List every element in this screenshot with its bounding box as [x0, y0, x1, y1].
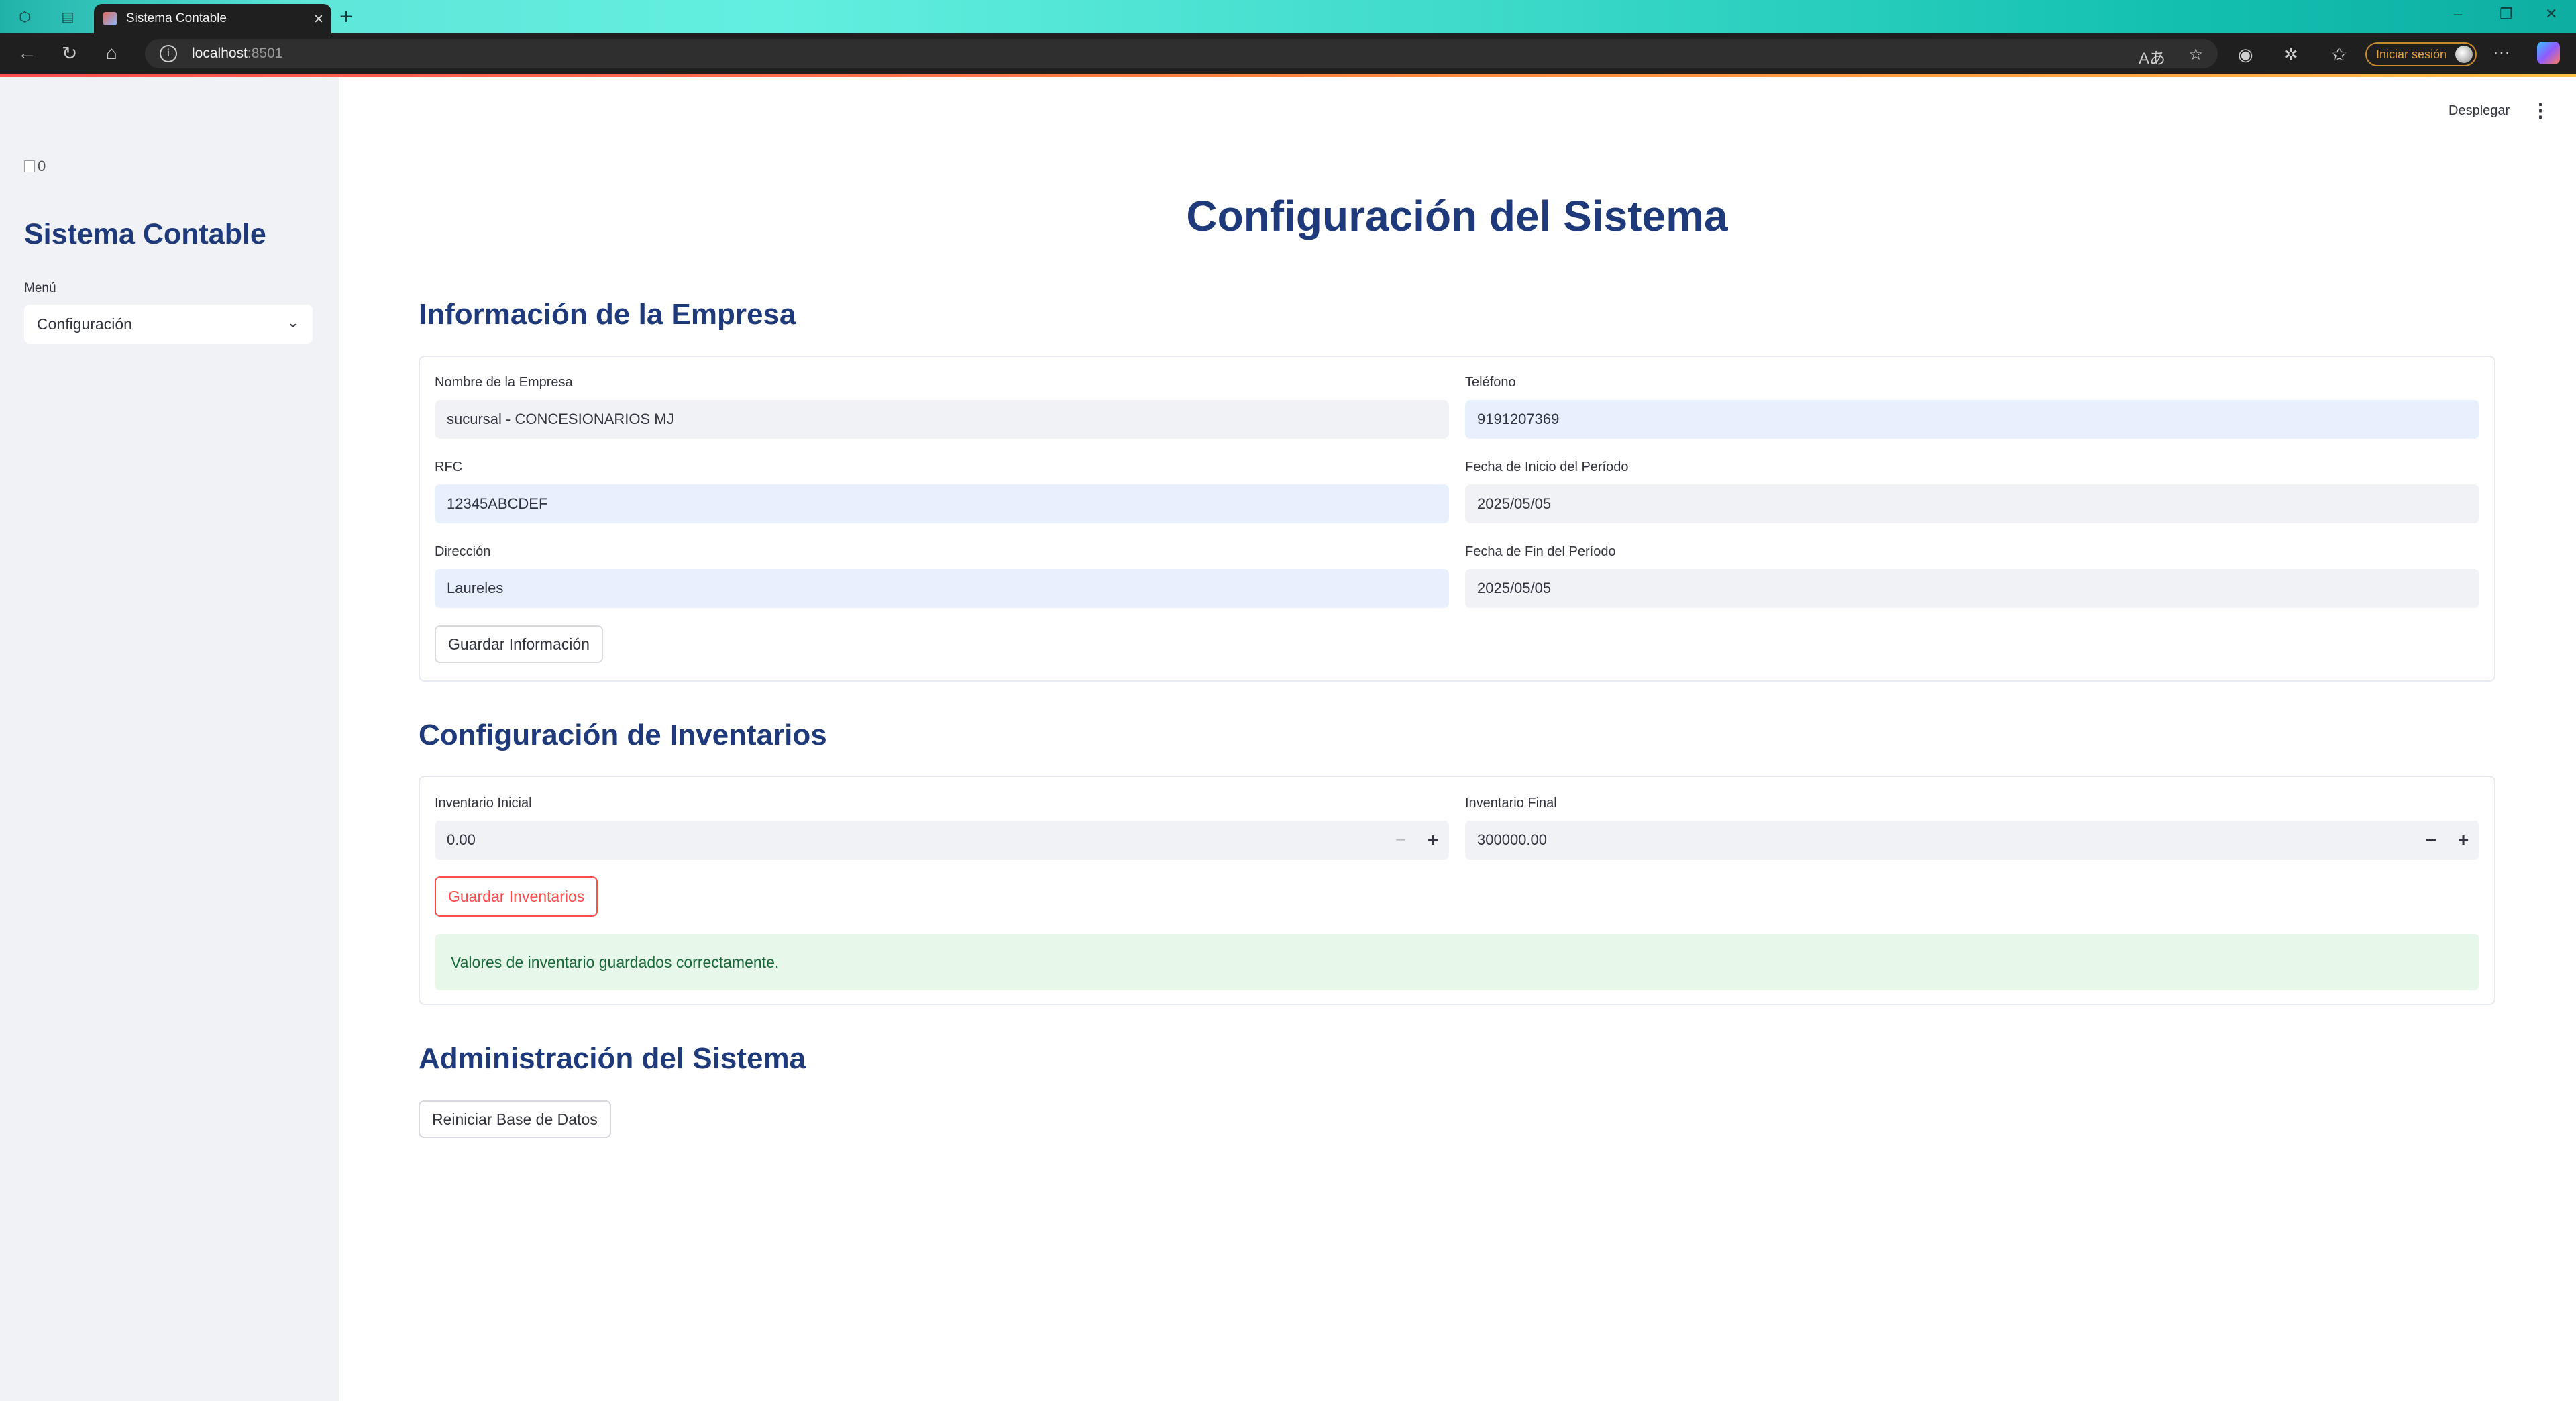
decrement-icon[interactable]: −	[1387, 821, 1414, 860]
close-window-icon[interactable]: ✕	[2545, 5, 2557, 23]
tab-actions-icon[interactable]: ▤	[59, 8, 76, 25]
deploy-button[interactable]: Desplegar	[2449, 103, 2510, 119]
increment-icon[interactable]: +	[2450, 821, 2477, 860]
inventarios-form: Inventario Inicial 0.00 − + Inventario F…	[419, 776, 2496, 1005]
close-tab-icon[interactable]: ×	[314, 10, 323, 29]
fecha-inicio-input[interactable]: 2025/05/05	[1465, 484, 2479, 523]
direccion-label: Dirección	[435, 544, 491, 559]
fecha-fin-input[interactable]: 2025/05/05	[1465, 569, 2479, 608]
url-host: localhost	[192, 46, 248, 61]
copilot-icon[interactable]	[2537, 42, 2560, 64]
signin-button[interactable]: Iniciar sesión	[2365, 42, 2477, 66]
new-tab-icon[interactable]: +	[339, 4, 353, 30]
more-menu-icon[interactable]: ···	[2493, 42, 2510, 62]
fecha-fin-label: Fecha de Fin del Período	[1465, 544, 1616, 559]
menu-select[interactable]: Configuración ⌄	[24, 305, 313, 344]
inventarios-heading: Configuración de Inventarios	[419, 719, 827, 751]
telefono-input[interactable]: 9191207369	[1465, 400, 2479, 439]
read-aloud-icon[interactable]: Aあ	[2139, 45, 2165, 68]
inventario-inicial-label: Inventario Inicial	[435, 796, 532, 811]
address-bar-row: ← ↻ ⌂ i localhost :8501 Aあ ☆	[0, 33, 2576, 74]
guardar-inventarios-button[interactable]: Guardar Inventarios	[435, 876, 598, 917]
chevron-down-icon: ⌄	[286, 314, 299, 331]
workspaces-icon[interactable]: ⬡	[16, 8, 34, 25]
extensions-puzzle-icon[interactable]: ✲	[2284, 44, 2298, 65]
url-port: :8501	[247, 46, 283, 61]
inventario-inicial-value: 0.00	[447, 831, 476, 848]
app-top-decoration	[0, 74, 2576, 77]
reiniciar-base-button[interactable]: Reiniciar Base de Datos	[419, 1100, 611, 1138]
nombre-label: Nombre de la Empresa	[435, 375, 573, 390]
broken-image-icon	[24, 160, 35, 172]
rfc-input[interactable]: 12345ABCDEF	[435, 484, 1449, 523]
increment-icon[interactable]: +	[1419, 821, 1446, 860]
sidebar-title: Sistema Contable	[24, 218, 266, 250]
nombre-input[interactable]: sucursal - CONCESIONARIOS MJ	[435, 400, 1449, 439]
minimize-icon[interactable]: –	[2454, 5, 2462, 23]
direccion-input[interactable]: Laureles	[435, 569, 1449, 608]
menu-label: Menú	[24, 281, 56, 295]
profile-avatar	[2455, 46, 2473, 63]
telefono-label: Teléfono	[1465, 375, 1516, 390]
menu-selected-value: Configuración	[37, 315, 132, 333]
sidebar: 0 Sistema Contable Menú Configuración ⌄	[0, 77, 339, 1401]
guardar-informacion-button[interactable]: Guardar Información	[435, 625, 603, 663]
main-menu-icon[interactable]: ⋮	[2531, 99, 2550, 121]
inventario-final-input[interactable]: 300000.00 − +	[1465, 821, 2479, 860]
browser-tab-bar: ⬡ ▤ Sistema Contable × + – ❐ ✕	[0, 0, 2576, 33]
tab-favicon-icon	[103, 11, 117, 25]
page-title: Configuración del Sistema	[1186, 192, 1728, 240]
empresa-heading: Información de la Empresa	[419, 298, 796, 331]
home-icon[interactable]: ⌂	[106, 42, 117, 64]
logo-image-broken: 0	[24, 158, 46, 175]
empresa-form: Nombre de la Empresa sucursal - CONCESIO…	[419, 356, 2496, 682]
restore-icon[interactable]: ❐	[2500, 5, 2513, 23]
url-input[interactable]: i localhost :8501 Aあ ☆	[145, 39, 2218, 68]
inventario-final-value: 300000.00	[1477, 831, 1547, 848]
favorite-star-icon[interactable]: ☆	[2188, 45, 2203, 64]
site-info-icon[interactable]: i	[160, 45, 177, 62]
browser-tab[interactable]: Sistema Contable ×	[94, 4, 331, 33]
inventario-final-label: Inventario Final	[1465, 796, 1557, 811]
tab-title: Sistema Contable	[126, 11, 227, 25]
logo-alt-text: 0	[38, 158, 46, 174]
decrement-icon[interactable]: −	[2418, 821, 2445, 860]
extension-icon[interactable]: ◉	[2238, 44, 2253, 65]
fecha-inicio-label: Fecha de Inicio del Período	[1465, 460, 1629, 474]
favorites-icon[interactable]: ✩	[2332, 44, 2347, 65]
inventario-inicial-input[interactable]: 0.00 − +	[435, 821, 1449, 860]
success-alert: Valores de inventario guardados correcta…	[435, 934, 2479, 990]
signin-label: Iniciar sesión	[2376, 47, 2447, 61]
back-icon[interactable]: ←	[17, 42, 36, 64]
admin-heading: Administración del Sistema	[419, 1042, 806, 1075]
rfc-label: RFC	[435, 460, 463, 474]
reload-icon[interactable]: ↻	[62, 42, 77, 64]
